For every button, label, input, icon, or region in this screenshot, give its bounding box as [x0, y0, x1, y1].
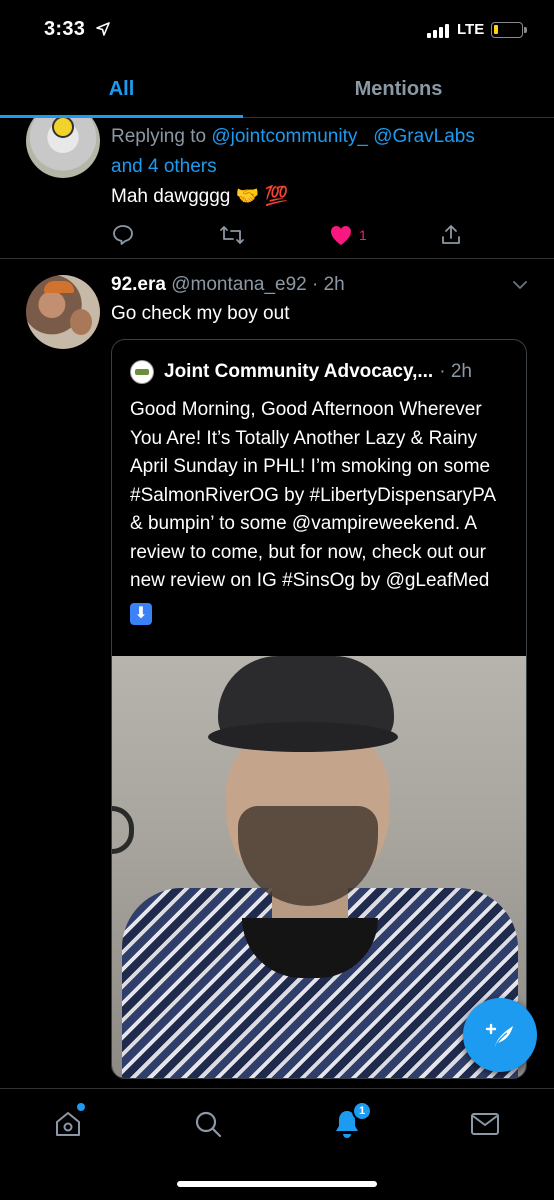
chevron-down-icon[interactable]	[512, 279, 528, 291]
quoted-display-name: Joint Community Advocacy,...	[164, 361, 434, 382]
mention-link[interactable]: @jointcommunity_	[211, 126, 368, 147]
avatar[interactable]	[26, 275, 100, 349]
status-bar: 3:33 LTE	[0, 0, 554, 60]
share-button[interactable]	[439, 222, 463, 248]
home-indicator	[177, 1181, 377, 1187]
battery-icon	[491, 22, 527, 38]
compose-tweet-button[interactable]	[463, 998, 537, 1072]
like-count: 1	[359, 227, 367, 243]
quoted-avatar	[130, 360, 154, 384]
replying-to-line: Replying to @jointcommunity_ @GravLabs a…	[111, 122, 531, 182]
status-time: 3:33	[44, 18, 86, 40]
home-unread-dot	[77, 1103, 85, 1111]
reply-icon	[113, 225, 133, 245]
search-icon	[195, 1111, 222, 1138]
tweet-text: Mah dawgggg 🤝 💯	[111, 186, 289, 207]
others-link[interactable]: and 4 others	[111, 156, 217, 177]
retweet-button[interactable]	[219, 222, 245, 248]
notification-tabs: All Mentions	[0, 60, 554, 118]
tab-all[interactable]: All	[0, 60, 243, 118]
quoted-time: · 2h	[439, 361, 472, 382]
nav-messages[interactable]	[468, 1107, 502, 1141]
tweet-actions: 1	[111, 222, 471, 248]
mail-icon	[471, 1113, 499, 1135]
retweet-icon	[220, 226, 244, 244]
home-icon	[56, 1112, 80, 1136]
nav-search[interactable]	[191, 1107, 225, 1141]
signal-icon	[427, 24, 449, 38]
location-arrow-icon	[96, 22, 110, 36]
tweet-header: 92.era @montana_e92 · 2h	[111, 274, 345, 296]
reply-button[interactable]	[111, 222, 135, 248]
share-icon	[442, 225, 460, 244]
quoted-tweet-text: Good Morning, Good Afternoon Wherever Yo…	[130, 396, 510, 625]
down-arrow-emoji: ⬇	[130, 602, 152, 625]
tab-mentions[interactable]: Mentions	[277, 60, 520, 118]
heart-icon	[331, 226, 351, 245]
mention-link[interactable]: @GravLabs	[373, 126, 475, 147]
replying-to-label: Replying to	[111, 126, 212, 147]
notifications-badge: 1	[352, 1101, 372, 1121]
network-label: LTE	[457, 21, 485, 38]
tweet-reply[interactable]: Replying to @jointcommunity_ @GravLabs a…	[0, 118, 554, 259]
quoted-text: Good Morning, Good Afternoon Wherever Yo…	[130, 399, 496, 591]
nav-home[interactable]	[51, 1103, 85, 1141]
quoted-tweet-photo[interactable]	[112, 656, 526, 1078]
nav-notifications[interactable]: 1	[330, 1101, 372, 1141]
quoted-tweet[interactable]: Joint Community Advocacy,... · 2h Good M…	[111, 339, 527, 1079]
tweet[interactable]: 92.era @montana_e92 · 2h Go check my boy…	[0, 259, 554, 1089]
display-name[interactable]: 92.era	[111, 274, 166, 295]
quoted-tweet-header: Joint Community Advocacy,... · 2h	[130, 360, 510, 384]
handle-time: @montana_e92 · 2h	[171, 274, 345, 295]
tweet-text: Go check my boy out	[111, 303, 290, 324]
compose-icon	[485, 1023, 513, 1046]
like-button[interactable]: 1	[329, 222, 367, 248]
avatar[interactable]	[26, 118, 100, 178]
